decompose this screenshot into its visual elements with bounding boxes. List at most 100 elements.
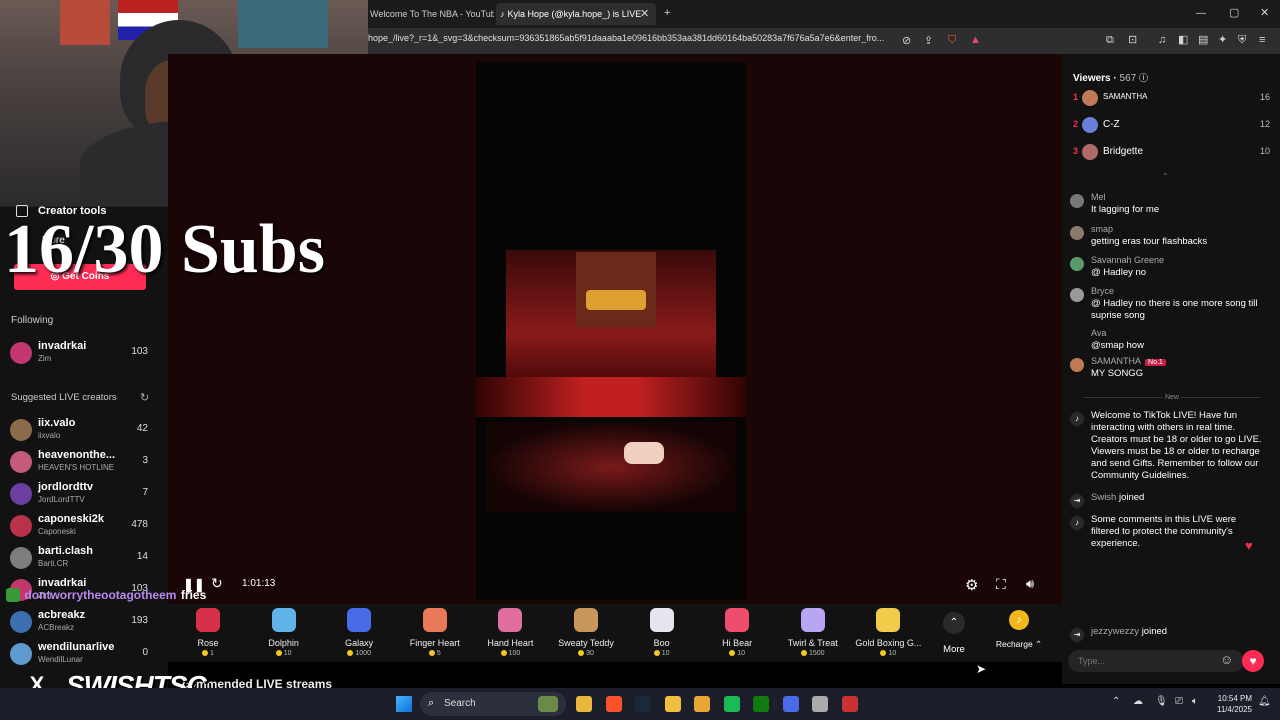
emoji-icon[interactable]: ☺: [1220, 652, 1233, 667]
coin-icon: [729, 650, 736, 657]
gift-item[interactable]: Gold Boxing G... 10: [851, 608, 925, 657]
gift-name: Galaxy: [345, 638, 374, 648]
steam-icon[interactable]: [635, 696, 651, 712]
suggested-item[interactable]: acbreakz ACBreakz 193: [10, 609, 160, 637]
expand-chevron-icon[interactable]: ⌄: [1162, 168, 1169, 177]
playlist-icon[interactable]: ♫: [1158, 34, 1166, 46]
tab-youtube[interactable]: Welcome To The NBA - YouTube: [366, 3, 494, 25]
clock[interactable]: 10:54 PM 11/4/2025: [1214, 693, 1252, 715]
suggested-item[interactable]: jordlordttv JordLordTTV 7: [10, 481, 160, 509]
suggested-item[interactable]: barti.clash Barti.CR 14: [10, 545, 160, 573]
extensions-icon[interactable]: ⧉: [1106, 34, 1114, 46]
gift-price-value: 10: [283, 650, 292, 657]
gift-name: Hi Bear: [722, 638, 753, 648]
avatar: [10, 451, 32, 473]
recharge-label: Recharge ⌃: [995, 639, 1043, 649]
leo-icon[interactable]: ✦: [1218, 34, 1227, 46]
gift-item[interactable]: Dolphin 10: [247, 608, 321, 657]
app-icon[interactable]: [782, 696, 799, 712]
obs-icon[interactable]: [812, 696, 828, 712]
creator-name: iix.valo: [38, 417, 76, 429]
minimize-icon[interactable]: —: [1196, 8, 1206, 20]
media-icon[interactable]: ⊘: [902, 35, 911, 47]
folder-icon[interactable]: [664, 696, 681, 712]
gift-price-value: 10: [888, 650, 897, 657]
screenshot-icon[interactable]: ⊡: [1128, 34, 1137, 46]
spotify-icon[interactable]: [723, 696, 740, 712]
close-tab-icon[interactable]: ✕: [640, 8, 649, 20]
gift-name: Gold Boxing G...: [855, 638, 922, 648]
brave-shield-icon[interactable]: ⛉: [948, 34, 956, 46]
gift-item[interactable]: Twirl & Treat 1500: [776, 608, 850, 657]
gift-item[interactable]: Rose 1: [171, 608, 245, 657]
refresh-icon[interactable]: ↻: [140, 391, 149, 404]
mic-icon[interactable]: 🎙︎: [1155, 696, 1168, 707]
brave-rewards-icon[interactable]: ▲: [970, 34, 981, 46]
cloud-icon[interactable]: ☁: [1133, 696, 1143, 707]
start-icon[interactable]: [396, 696, 412, 712]
chat-username-text: Bryce: [1091, 286, 1115, 296]
suggested-item[interactable]: heavenonthe... HEAVEN'S HOTLINE 3: [10, 449, 160, 477]
speaker-icon[interactable]: 🔈︎: [1192, 696, 1198, 707]
join-icon: ⇥: [1070, 628, 1084, 642]
brave-icon[interactable]: [605, 696, 622, 712]
top-viewer-row[interactable]: 1 SAMANTHA 16: [1070, 90, 1274, 110]
tiktok-icon: ♪: [500, 9, 505, 19]
suggested-heading: Suggested LIVE creators: [11, 392, 117, 403]
gift-heart-button[interactable]: ♥: [1242, 650, 1264, 672]
wallet-icon[interactable]: ▤: [1198, 34, 1208, 46]
close-window-icon[interactable]: ✕: [1260, 7, 1269, 19]
subs-counter-overlay: 16/30 Subs: [4, 211, 325, 288]
menu-icon[interactable]: ≡: [1259, 34, 1265, 46]
viewer-score: 12: [1259, 119, 1270, 129]
url-field[interactable]: hope_/live?_r=1&_svg=3&checksum=93635186…: [368, 33, 896, 43]
gift-item[interactable]: Boo 10: [625, 608, 699, 657]
viewer-count: 3: [142, 455, 148, 466]
suggested-item[interactable]: iix.valo iixvalo 42: [10, 417, 160, 445]
settings-icon[interactable]: ⚙: [965, 576, 978, 594]
viewers-header[interactable]: Viewers · 567 ⓘ: [1073, 71, 1148, 84]
gift-item[interactable]: Hand Heart 100: [473, 608, 547, 657]
stacks-icon[interactable]: [694, 696, 710, 712]
taskbar-search[interactable]: ⌕ Search: [420, 692, 566, 716]
gifts-more-label: More: [943, 644, 965, 655]
tray-chevron-icon[interactable]: ⌃: [1112, 696, 1120, 707]
creator-name: acbreakz: [38, 609, 86, 621]
fullscreen-icon[interactable]: ⛶: [996, 576, 1006, 593]
ticker-text: fries: [180, 588, 207, 602]
gift-bar: Rose 1 Dolphin 10 Galaxy 1000 Finger Heart 5 Han…: [168, 604, 1062, 662]
network-icon[interactable]: ⎚: [1175, 696, 1183, 707]
notification-icon[interactable]: 🔔︎: [1258, 696, 1271, 707]
info-icon: ⓘ: [1138, 73, 1148, 83]
file-explorer-icon[interactable]: [576, 696, 592, 712]
live-video-stream[interactable]: [476, 62, 746, 600]
gift-name: Finger Heart: [409, 638, 460, 648]
following-item[interactable]: invadrkai Zim 103: [10, 340, 160, 368]
tab-tiktok-live[interactable]: ♪ Kyla Hope (@kyla.hope_) is LIVE: [496, 3, 656, 25]
gifts-more-button[interactable]: ⌃ More: [940, 612, 968, 668]
sidebar-icon[interactable]: ◧: [1178, 34, 1188, 46]
chat-username-text: smap: [1091, 224, 1114, 234]
top-viewer-row[interactable]: 3 Bridgette 10: [1070, 144, 1274, 164]
date-text: 11/4/2025: [1217, 705, 1252, 714]
system-filter-text: Some comments in this LIVE were filtered…: [1091, 514, 1237, 549]
maximize-icon[interactable]: ▢: [1229, 7, 1239, 19]
reload-icon[interactable]: ↻: [211, 575, 223, 592]
chat-input[interactable]: [1078, 653, 1208, 669]
share-icon[interactable]: ⇪: [924, 35, 933, 47]
gift-item[interactable]: Galaxy 1000: [322, 608, 396, 657]
new-tab-icon[interactable]: +: [664, 7, 670, 19]
suggested-item[interactable]: wendilunarlive WendilLunar 0: [10, 641, 160, 669]
gift-item[interactable]: Finger Heart 5: [398, 608, 472, 657]
xbox-icon[interactable]: [753, 696, 769, 712]
join-user: jezzywezzy joined: [1091, 626, 1168, 637]
recharge-button[interactable]: ♪ Recharge ⌃: [988, 610, 1050, 660]
top-viewer-row[interactable]: 2 C-Z 12: [1070, 117, 1274, 137]
vpn-icon[interactable]: ⛨: [1238, 34, 1246, 46]
suggested-item[interactable]: caponeski2k Caponeski 478: [10, 513, 160, 541]
gift-item[interactable]: Hi Bear 10: [700, 608, 774, 657]
volume-icon[interactable]: 🔊︎: [1026, 576, 1034, 592]
ccleaner-icon[interactable]: [841, 696, 858, 712]
gift-item[interactable]: Sweaty Teddy 30: [549, 608, 623, 657]
gift-name: Boo: [653, 638, 670, 648]
